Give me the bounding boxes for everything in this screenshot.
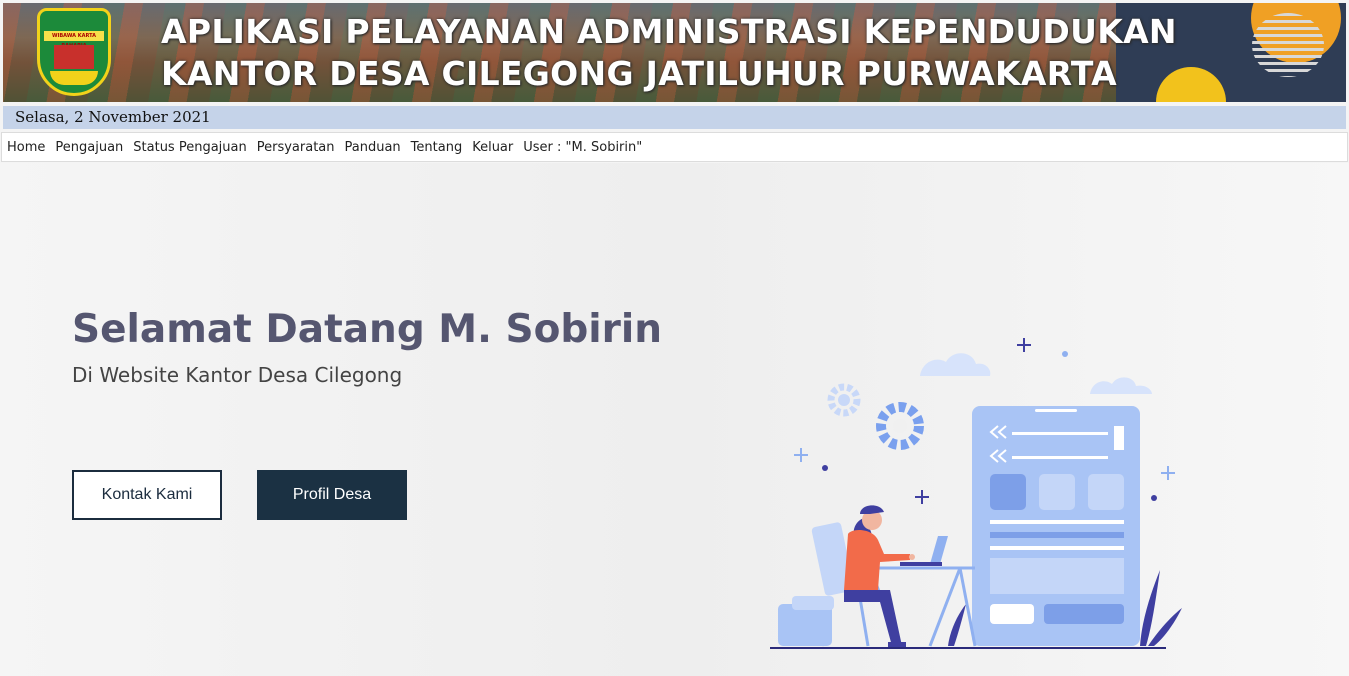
hero-illustration: [770, 338, 1182, 649]
nav-pengajuan[interactable]: Pengajuan: [55, 140, 123, 155]
date-bar: Selasa, 2 November 2021: [3, 106, 1346, 129]
banner-title: APLIKASI PELAYANAN ADMINISTRASI KEPENDUD…: [161, 11, 1177, 95]
emblem-ribbon: WIBAWA KARTA RAHARJA: [44, 31, 104, 49]
welcome-subtitle: Di Website Kantor Desa Cilegong: [72, 363, 403, 387]
gear-icon: [827, 383, 861, 417]
nav-tentang[interactable]: Tentang: [411, 140, 463, 155]
dot-icon: [822, 465, 828, 471]
hero-section: Selamat Datang M. Sobirin Di Website Kan…: [0, 163, 1349, 676]
gear-icon: [876, 402, 924, 450]
current-date: Selasa, 2 November 2021: [15, 108, 211, 126]
nav-home[interactable]: Home: [7, 140, 45, 155]
box-illustration: [778, 596, 834, 646]
kontak-kami-button[interactable]: Kontak Kami: [72, 470, 222, 520]
nav-user[interactable]: User : "M. Sobirin": [523, 140, 642, 155]
nav-persyaratan[interactable]: Persyaratan: [257, 140, 335, 155]
striped-circle-decoration: [1252, 13, 1324, 77]
profil-desa-button[interactable]: Profil Desa: [257, 470, 407, 520]
welcome-title: Selamat Datang M. Sobirin: [72, 307, 663, 352]
nav-panduan[interactable]: Panduan: [345, 140, 401, 155]
regency-emblem-logo: WIBAWA KARTA RAHARJA: [37, 8, 111, 96]
banner-title-line2: KANTOR DESA CILEGONG JATILUHUR PURWAKART…: [161, 54, 1118, 93]
cloud-icon: [1090, 377, 1152, 394]
emblem-house: [54, 45, 94, 69]
banner-title-line1: APLIKASI PELAYANAN ADMINISTRASI KEPENDUD…: [161, 12, 1177, 51]
phone-screen-illustration: [972, 406, 1140, 646]
main-nav: Home Pengajuan Status Pengajuan Persyara…: [1, 132, 1348, 162]
nav-keluar[interactable]: Keluar: [472, 140, 513, 155]
nav-status-pengajuan[interactable]: Status Pengajuan: [133, 140, 246, 155]
dot-icon: [1062, 351, 1068, 357]
header-banner: WIBAWA KARTA RAHARJA APLIKASI PELAYANAN …: [3, 3, 1346, 102]
person-illustration: [844, 505, 915, 648]
laptop-icon: [900, 536, 948, 566]
cloud-icon: [920, 353, 991, 376]
emblem-base: [50, 71, 98, 85]
dot-icon: [1151, 495, 1157, 501]
